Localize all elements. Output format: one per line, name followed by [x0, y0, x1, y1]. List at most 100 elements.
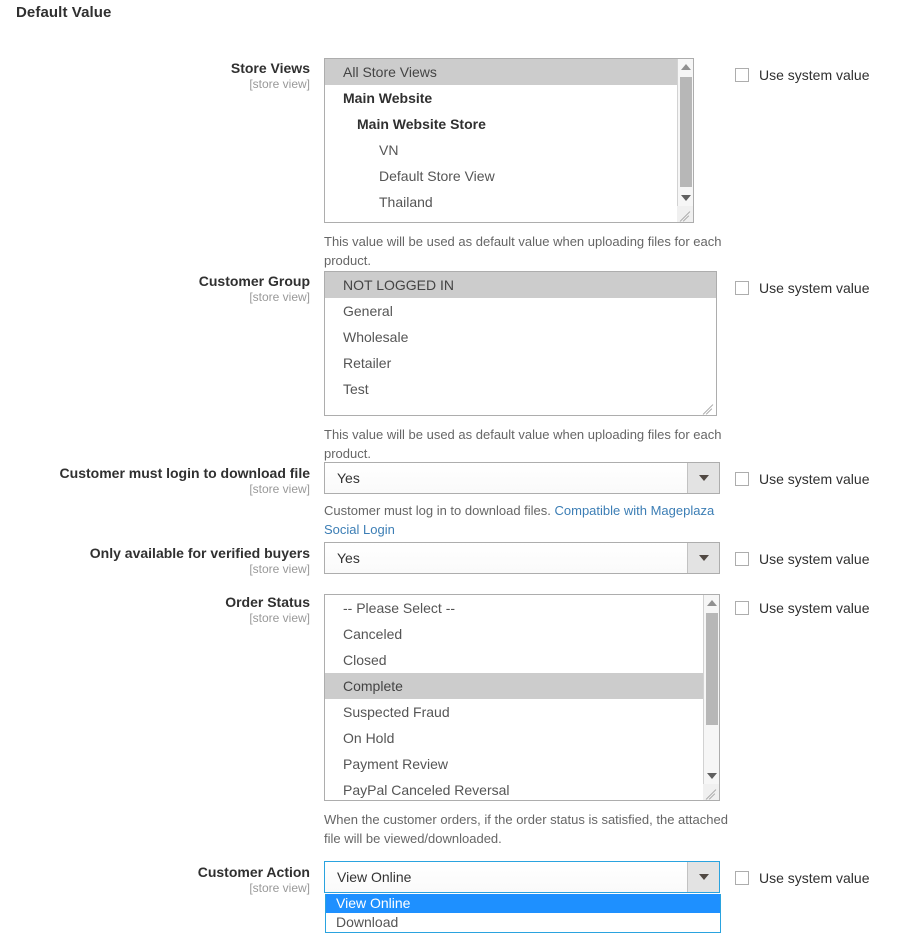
- customer-action-use-system-value[interactable]: Use system value: [735, 870, 869, 886]
- scroll-down-button[interactable]: [704, 768, 719, 784]
- customer-must-login-note: Customer must log in to download files. …: [324, 501, 736, 539]
- list-item[interactable]: VN: [325, 137, 677, 163]
- chevron-down-icon: [698, 475, 709, 481]
- list-item[interactable]: Payment Review: [325, 751, 703, 777]
- customer-must-login-field: Yes Customer must log in to download fil…: [324, 462, 736, 539]
- checkbox-icon[interactable]: [735, 472, 749, 486]
- triangle-down-icon: [706, 773, 717, 779]
- list-item[interactable]: Default Store View: [325, 163, 677, 189]
- checkbox-icon[interactable]: [735, 601, 749, 615]
- customer-must-login-label-group: Customer must login to download file [st…: [0, 465, 310, 497]
- scroll-up-button[interactable]: [704, 595, 719, 611]
- store-views-option-list: All Store Views Main Website Main Websit…: [325, 59, 677, 215]
- page-title: Default Value: [16, 4, 112, 21]
- store-views-multiselect[interactable]: All Store Views Main Website Main Websit…: [324, 58, 694, 223]
- list-item[interactable]: NOT LOGGED IN: [325, 272, 716, 298]
- verified-buyers-label: Only available for verified buyers: [89, 545, 310, 561]
- order-status-multiselect[interactable]: -- Please Select -- Canceled Closed Comp…: [324, 594, 720, 801]
- select-dropdown-button[interactable]: [687, 463, 719, 493]
- verified-buyers-use-system-value[interactable]: Use system value: [735, 551, 869, 567]
- chevron-down-icon: [698, 555, 709, 561]
- list-item[interactable]: Canceled: [325, 621, 703, 647]
- order-status-option-list: -- Please Select -- Canceled Closed Comp…: [325, 595, 703, 800]
- order-status-field: -- Please Select -- Canceled Closed Comp…: [324, 594, 736, 848]
- select-dropdown-button[interactable]: [687, 543, 719, 573]
- customer-group-field: NOT LOGGED IN General Wholesale Retailer…: [324, 271, 736, 463]
- list-item[interactable]: All Store Views: [325, 59, 677, 85]
- list-item[interactable]: Thailand: [325, 189, 677, 215]
- customer-action-dropdown-panel: View Online Download: [325, 894, 721, 933]
- store-views-scope: [store view]: [249, 77, 310, 91]
- verified-buyers-field: Yes: [324, 542, 720, 574]
- checkbox-icon[interactable]: [735, 552, 749, 566]
- customer-action-scope: [store view]: [249, 881, 310, 895]
- checkbox-icon[interactable]: [735, 871, 749, 885]
- list-item[interactable]: Closed: [325, 647, 703, 673]
- customer-group-label-group: Customer Group [store view]: [0, 273, 310, 305]
- customer-group-note: This value will be used as default value…: [324, 427, 722, 461]
- resize-grip-icon[interactable]: [700, 399, 716, 415]
- order-status-label-group: Order Status [store view]: [0, 594, 310, 626]
- customer-action-select[interactable]: View Online View Online Download: [324, 861, 721, 933]
- customer-must-login-select[interactable]: Yes: [324, 462, 720, 494]
- scrollbar-thumb[interactable]: [706, 613, 718, 725]
- use-system-value-label: Use system value: [759, 551, 870, 567]
- store-views-use-system-value[interactable]: Use system value: [735, 67, 869, 83]
- store-views-scrollbar[interactable]: [677, 59, 693, 222]
- list-item[interactable]: PayPal Canceled Reversal: [325, 777, 703, 800]
- use-system-value-label: Use system value: [759, 600, 870, 616]
- triangle-down-icon: [680, 195, 691, 201]
- use-system-value-label: Use system value: [759, 280, 870, 296]
- default-value-settings-page: Default Value Store Views [store view] A…: [0, 0, 915, 938]
- use-system-value-label: Use system value: [759, 471, 870, 487]
- dropdown-option-download[interactable]: Download: [326, 913, 720, 932]
- select-dropdown-button[interactable]: [687, 862, 719, 892]
- customer-group-option-list: NOT LOGGED IN General Wholesale Retailer…: [325, 272, 716, 402]
- list-item[interactable]: Test: [325, 376, 716, 402]
- customer-group-label: Customer Group: [198, 273, 310, 289]
- verified-buyers-label-group: Only available for verified buyers [stor…: [0, 545, 310, 577]
- order-status-note: When the customer orders, if the order s…: [324, 812, 728, 846]
- use-system-value-label: Use system value: [759, 870, 870, 886]
- selected-value: Yes: [337, 470, 360, 486]
- scrollbar-thumb[interactable]: [680, 77, 692, 187]
- list-item[interactable]: Main Website Store: [325, 111, 677, 137]
- note-text: Customer must log in to download files.: [324, 503, 555, 518]
- list-item[interactable]: -- Please Select --: [325, 595, 703, 621]
- list-item[interactable]: Retailer: [325, 350, 716, 376]
- verified-buyers-scope: [store view]: [249, 562, 310, 576]
- customer-group-multiselect[interactable]: NOT LOGGED IN General Wholesale Retailer…: [324, 271, 717, 416]
- triangle-up-icon: [680, 64, 691, 70]
- customer-action-field: View Online View Online Download: [324, 861, 721, 933]
- verified-buyers-select[interactable]: Yes: [324, 542, 720, 574]
- order-status-label: Order Status: [225, 594, 310, 610]
- checkbox-icon[interactable]: [735, 68, 749, 82]
- chevron-down-icon: [698, 874, 709, 880]
- list-item[interactable]: Wholesale: [325, 324, 716, 350]
- list-item[interactable]: Suspected Fraud: [325, 699, 703, 725]
- customer-must-login-label: Customer must login to download file: [59, 465, 310, 481]
- store-views-label: Store Views: [230, 60, 310, 76]
- list-item[interactable]: General: [325, 298, 716, 324]
- use-system-value-label: Use system value: [759, 67, 870, 83]
- scroll-up-button[interactable]: [678, 59, 693, 75]
- scroll-down-button[interactable]: [678, 190, 693, 206]
- customer-must-login-use-system-value[interactable]: Use system value: [735, 471, 869, 487]
- checkbox-icon[interactable]: [735, 281, 749, 295]
- customer-group-scope: [store view]: [249, 290, 310, 304]
- customer-group-use-system-value[interactable]: Use system value: [735, 280, 869, 296]
- store-views-note: This value will be used as default value…: [324, 234, 722, 268]
- store-views-field: All Store Views Main Website Main Websit…: [324, 58, 736, 270]
- resize-grip-icon[interactable]: [703, 784, 719, 800]
- store-views-label-group: Store Views [store view]: [0, 60, 310, 92]
- list-item[interactable]: Complete: [325, 673, 703, 699]
- order-status-scrollbar[interactable]: [703, 595, 719, 800]
- dropdown-option-view-online[interactable]: View Online: [326, 894, 720, 913]
- list-item[interactable]: Main Website: [325, 85, 677, 111]
- list-item[interactable]: On Hold: [325, 725, 703, 751]
- resize-grip-icon[interactable]: [677, 206, 693, 222]
- order-status-use-system-value[interactable]: Use system value: [735, 600, 869, 616]
- customer-action-label-group: Customer Action [store view]: [0, 864, 310, 896]
- customer-action-label: Customer Action: [197, 864, 310, 880]
- triangle-up-icon: [706, 600, 717, 606]
